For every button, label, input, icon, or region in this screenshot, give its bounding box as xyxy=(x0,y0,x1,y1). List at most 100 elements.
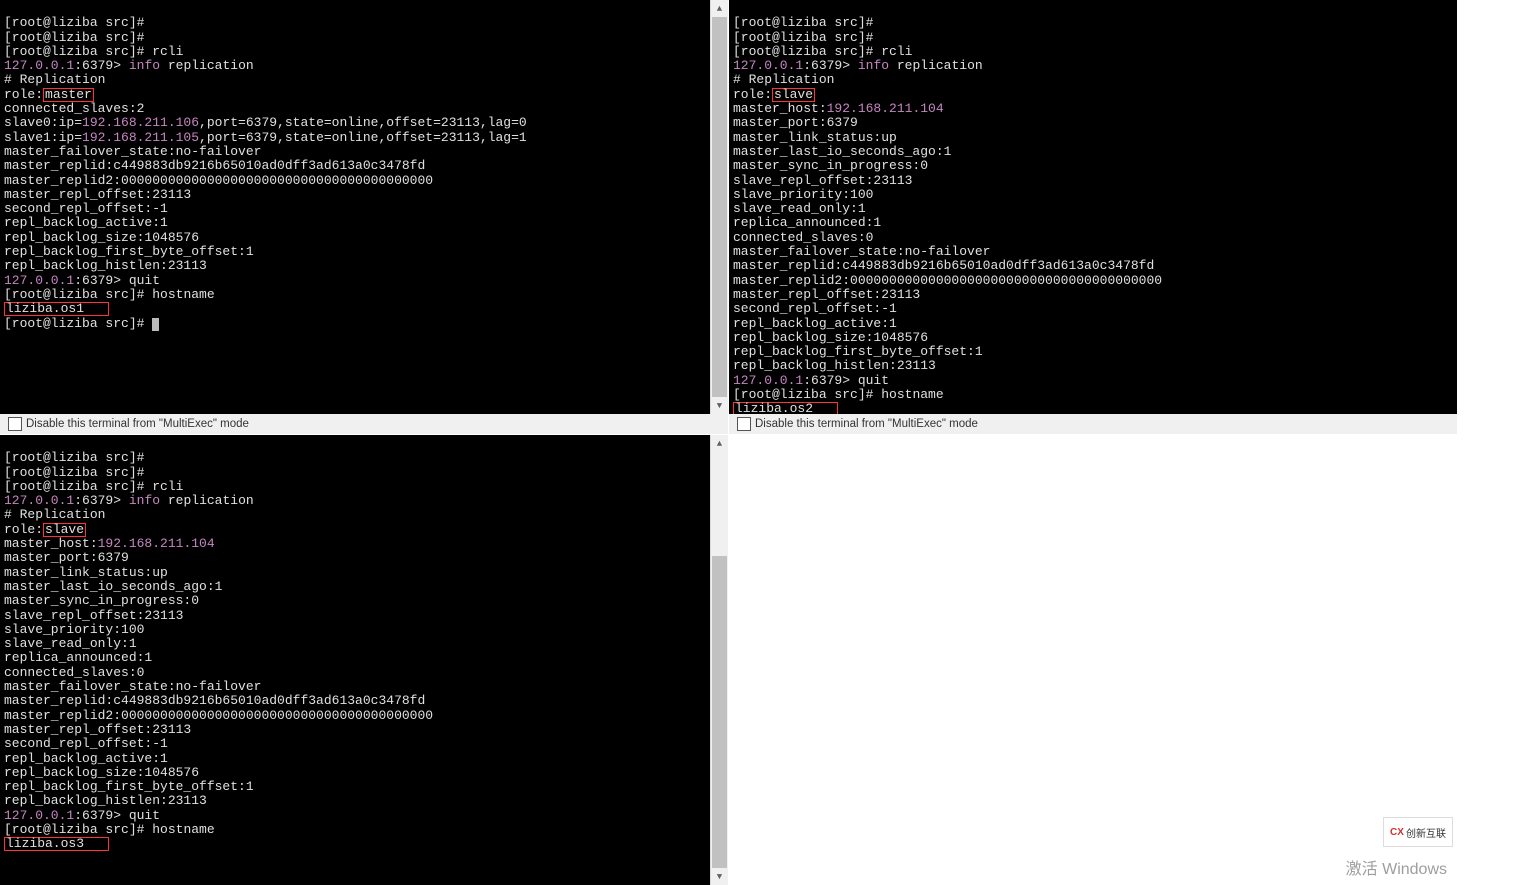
terminal-output-1[interactable]: [root@liziba src]# [root@liziba src]# [r… xyxy=(0,0,710,414)
replication-header: # Replication xyxy=(4,507,105,522)
redis-prompt: 127.0.0.1:6379> info replication xyxy=(4,58,254,73)
role-line: role:slave xyxy=(4,522,86,537)
backlog-first-line: repl_backlog_first_byte_offset:1 xyxy=(733,344,983,359)
prompt-line: [root@liziba src]# xyxy=(733,30,873,45)
hostname-cmd-line: [root@liziba src]# hostname xyxy=(4,287,215,302)
second-offset-line: second_repl_offset:-1 xyxy=(4,736,168,751)
link-status-line: master_link_status:up xyxy=(4,565,168,580)
windows-watermark: 激活 Windows xyxy=(1346,855,1447,879)
second-offset-line: second_repl_offset:-1 xyxy=(4,201,168,216)
failover-line: master_failover_state:no-failover xyxy=(4,144,261,159)
footer-label: Disable this terminal from "MultiExec" m… xyxy=(26,418,249,430)
replica-announced-line: replica_announced:1 xyxy=(4,650,152,665)
failover-line: master_failover_state:no-failover xyxy=(733,244,990,259)
hostname-cmd-line: [root@liziba src]# hostname xyxy=(4,822,215,837)
redis-prompt: 127.0.0.1:6379> info replication xyxy=(4,493,254,508)
hostname-cmd-line: [root@liziba src]# hostname xyxy=(733,387,944,402)
prompt-line: [root@liziba src]# xyxy=(4,450,144,465)
sync-progress-line: master_sync_in_progress:0 xyxy=(4,593,199,608)
scroll-down-icon[interactable]: ▼ xyxy=(711,868,728,885)
slave-offset-line: slave_repl_offset:23113 xyxy=(4,608,183,623)
logo-badge: CX创新互联 xyxy=(1383,817,1453,847)
hostname-highlight: liziba.os1 xyxy=(4,302,109,316)
second-offset-line: second_repl_offset:-1 xyxy=(733,301,897,316)
quit-line: 127.0.0.1:6379> quit xyxy=(733,373,889,388)
scroll-up-icon[interactable]: ▲ xyxy=(711,435,728,452)
footer-label: Disable this terminal from "MultiExec" m… xyxy=(755,418,978,430)
master-host-line: master_host:192.168.211.104 xyxy=(4,536,215,551)
slave1-line: slave1:ip=192.168.211.105,port=6379,stat… xyxy=(4,130,527,145)
connected-slaves: connected_slaves:2 xyxy=(4,101,144,116)
terminal-footer-1: Disable this terminal from "MultiExec" m… xyxy=(0,414,728,434)
repl-offset-line: master_repl_offset:23113 xyxy=(733,287,920,302)
failover-line: master_failover_state:no-failover xyxy=(4,679,261,694)
cursor-icon xyxy=(152,318,159,331)
link-status-line: master_link_status:up xyxy=(733,130,897,145)
prompt-line: [root@liziba src]# xyxy=(4,465,144,480)
role-line: role:master xyxy=(4,87,117,102)
role-highlight: master xyxy=(43,88,94,102)
prompt-line: [root@liziba src]# rcli xyxy=(4,44,183,59)
prompt-line: [root@liziba src]# xyxy=(4,316,159,331)
replid-line: master_replid:c449883db9216b65010ad0dff3… xyxy=(733,258,1154,273)
scrollbar-1[interactable]: ▲ ▼ xyxy=(710,0,728,414)
slave-priority-line: slave_priority:100 xyxy=(733,187,873,202)
terminal-pane-3: [root@liziba src]# [root@liziba src]# [r… xyxy=(0,435,728,885)
replid2-line: master_replid2:0000000000000000000000000… xyxy=(4,173,433,188)
last-io-line: master_last_io_seconds_ago:1 xyxy=(733,144,951,159)
terminal-pane-1: [root@liziba src]# [root@liziba src]# [r… xyxy=(0,0,728,434)
scrollbar-thumb[interactable] xyxy=(712,556,727,868)
slave-priority-line: slave_priority:100 xyxy=(4,622,144,637)
backlog-first-line: repl_backlog_first_byte_offset:1 xyxy=(4,779,254,794)
quit-line: 127.0.0.1:6379> quit xyxy=(4,273,160,288)
replid-line: master_replid:c449883db9216b65010ad0dff3… xyxy=(4,158,425,173)
prompt-line: [root@liziba src]# xyxy=(733,15,873,30)
replication-header: # Replication xyxy=(733,72,834,87)
role-highlight: slave xyxy=(772,88,815,102)
scrollbar-thumb[interactable] xyxy=(712,17,727,397)
multiexec-checkbox[interactable] xyxy=(8,417,22,431)
prompt-line: [root@liziba src]# xyxy=(4,30,144,45)
backlog-histlen-line: repl_backlog_histlen:23113 xyxy=(733,358,936,373)
backlog-size-line: repl_backlog_size:1048576 xyxy=(4,230,199,245)
last-io-line: master_last_io_seconds_ago:1 xyxy=(4,579,222,594)
terminal-grid: [root@liziba src]# [root@liziba src]# [r… xyxy=(0,0,1528,885)
terminal-pane-2: [root@liziba src]# [root@liziba src]# [r… xyxy=(729,0,1457,434)
master-host-line: master_host:192.168.211.104 xyxy=(733,101,944,116)
replid-line: master_replid:c449883db9216b65010ad0dff3… xyxy=(4,693,425,708)
scroll-up-icon[interactable]: ▲ xyxy=(711,0,728,17)
terminal-output-2[interactable]: [root@liziba src]# [root@liziba src]# [r… xyxy=(729,0,1457,414)
backlog-active-line: repl_backlog_active:1 xyxy=(733,316,897,331)
backlog-histlen-line: repl_backlog_histlen:23113 xyxy=(4,793,207,808)
redis-prompt: 127.0.0.1:6379> info replication xyxy=(733,58,983,73)
multiexec-checkbox[interactable] xyxy=(737,417,751,431)
replid2-line: master_replid2:0000000000000000000000000… xyxy=(4,708,433,723)
replid2-line: master_replid2:0000000000000000000000000… xyxy=(733,273,1162,288)
backlog-size-line: repl_backlog_size:1048576 xyxy=(733,330,928,345)
role-line: role:slave xyxy=(733,87,815,102)
prompt-line: [root@liziba src]# xyxy=(4,15,144,30)
scroll-down-icon[interactable]: ▼ xyxy=(711,397,728,414)
backlog-active-line: repl_backlog_active:1 xyxy=(4,215,168,230)
connected-slaves-line: connected_slaves:0 xyxy=(4,665,144,680)
connected-slaves-line: connected_slaves:0 xyxy=(733,230,873,245)
master-port-line: master_port:6379 xyxy=(733,115,858,130)
sync-progress-line: master_sync_in_progress:0 xyxy=(733,158,928,173)
terminal-output-3[interactable]: [root@liziba src]# [root@liziba src]# [r… xyxy=(0,435,710,885)
scrollbar-track[interactable] xyxy=(711,17,728,397)
slave-offset-line: slave_repl_offset:23113 xyxy=(733,173,912,188)
hostname-highlight: liziba.os2 xyxy=(733,402,838,414)
backlog-first-line: repl_backlog_first_byte_offset:1 xyxy=(4,244,254,259)
role-highlight: slave xyxy=(43,523,86,537)
replication-header: # Replication xyxy=(4,72,105,87)
scrollbar-track[interactable] xyxy=(711,452,728,868)
slave0-line: slave0:ip=192.168.211.106,port=6379,stat… xyxy=(4,115,527,130)
repl-offset-line: master_repl_offset:23113 xyxy=(4,722,191,737)
scrollbar-3[interactable]: ▲ ▼ xyxy=(710,435,728,885)
slave-readonly-line: slave_read_only:1 xyxy=(4,636,137,651)
replica-announced-line: replica_announced:1 xyxy=(733,215,881,230)
master-port-line: master_port:6379 xyxy=(4,550,129,565)
backlog-active-line: repl_backlog_active:1 xyxy=(4,751,168,766)
prompt-line: [root@liziba src]# rcli xyxy=(4,479,183,494)
backlog-histlen-line: repl_backlog_histlen:23113 xyxy=(4,258,207,273)
